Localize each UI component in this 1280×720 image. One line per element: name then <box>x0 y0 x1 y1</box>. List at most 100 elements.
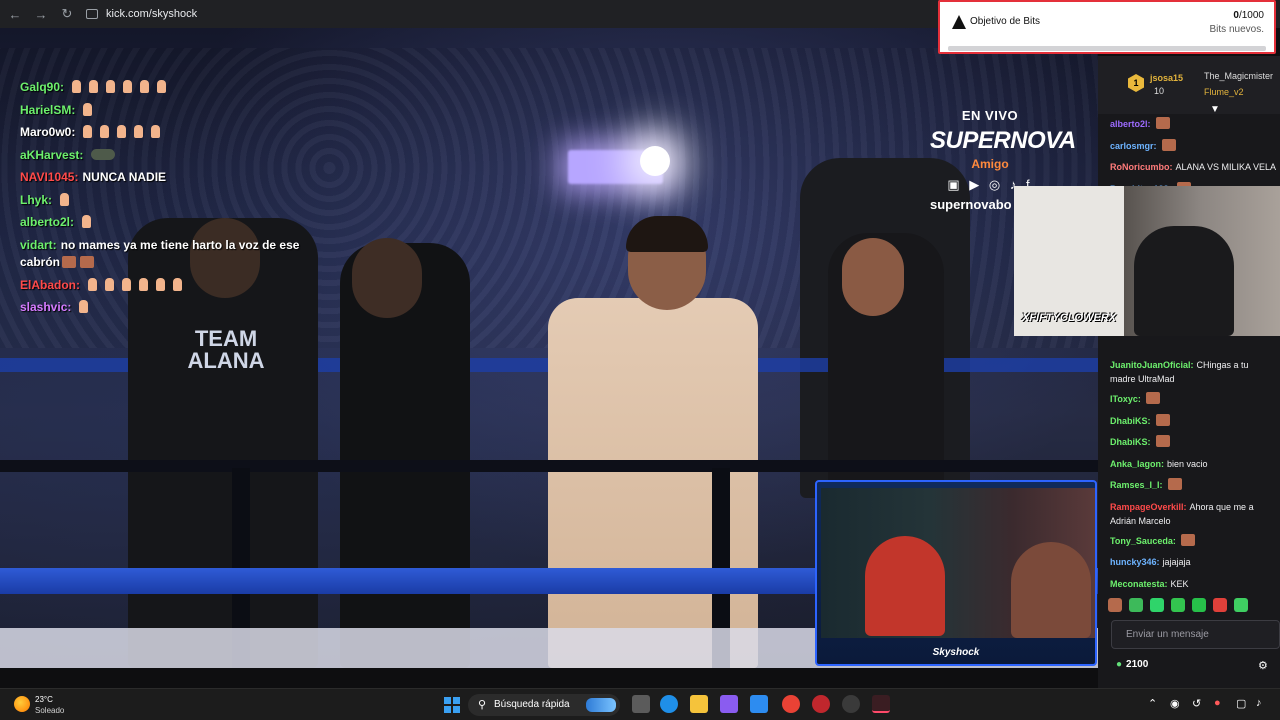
screen: ← → ↻ kick.com/skyshock TEAM ALANA EN VI… <box>0 0 1280 720</box>
chat-username[interactable]: JuanitoJuanOficial: <box>1110 360 1194 370</box>
weather-desc[interactable]: Soleado <box>35 706 64 715</box>
channel-points[interactable]: ● 2100 <box>1116 659 1148 670</box>
chat-username[interactable]: huncky346: <box>1110 557 1160 567</box>
sponsor-logo: Amigo <box>971 157 1009 171</box>
overlay-chat-line: Lhyk: <box>20 189 320 212</box>
chat-username[interactable]: DhabiKS: <box>1110 437 1151 447</box>
hand-emote-icon <box>122 277 131 291</box>
chat-messages-lower: JuanitoJuanOficial: CHingas a tu madre Ul… <box>1098 355 1280 595</box>
back-icon[interactable]: ← <box>4 3 26 25</box>
webcam-label: Skyshock <box>932 647 980 658</box>
ring-rope-middle <box>0 460 1098 472</box>
weather-icon[interactable] <box>14 696 30 712</box>
chat-username[interactable]: Ramses_I_I: <box>1110 480 1163 490</box>
overlay-chat-user: NAVI1045: <box>20 170 79 184</box>
hand-emote-icon <box>157 80 167 93</box>
chat-message: carlosmgr: <box>1098 136 1280 158</box>
chat-username[interactable]: Tony_Sauceda: <box>1110 536 1176 546</box>
bits-goal-widget: Objetivo de Bits 0/1000 Bits nuevos. <box>938 0 1276 54</box>
hand-emote-icon <box>139 277 148 291</box>
overlay-chat-user: Maro0w0: <box>20 125 76 139</box>
app-icon[interactable] <box>812 695 830 713</box>
person-head <box>352 238 422 318</box>
team-shirt-print: TEAM ALANA <box>187 326 265 373</box>
chat-panel: 1 jsosa15 10 The_Magicmister Flume_v2 ▼ … <box>1098 56 1280 688</box>
chat-message: Ramses_I_I: <box>1098 475 1280 497</box>
hand-emote-icon <box>173 277 182 291</box>
emote-icon[interactable] <box>1192 598 1206 612</box>
emote-icon[interactable] <box>1108 598 1122 612</box>
hand-emote-icon <box>72 80 82 93</box>
weather-temp[interactable]: 23°C <box>35 695 53 704</box>
emote-icon <box>1155 435 1170 447</box>
chevron-down-icon[interactable]: ▼ <box>1210 104 1220 115</box>
chat-message: alberto2l: <box>1098 114 1280 136</box>
chat-username[interactable]: RoNoricumbo: <box>1110 162 1173 172</box>
top-supporter-1[interactable]: jsosa15 <box>1150 73 1183 83</box>
chat-username[interactable]: Meconatesta: <box>1110 579 1168 589</box>
emote-icon[interactable] <box>1150 598 1164 612</box>
taskbar-search[interactable]: ⚲ Búsqueda rápida <box>468 694 620 716</box>
chat-username[interactable]: Anka_lagon: <box>1110 459 1164 469</box>
bits-goal-title: Objetivo de Bits <box>970 16 1041 27</box>
app-icon[interactable] <box>750 695 768 713</box>
hand-emote-icon <box>89 80 99 93</box>
bits-goal-count: 0/1000 <box>1233 10 1264 21</box>
emote-icon <box>1155 413 1170 426</box>
streamer-guy <box>1011 542 1091 638</box>
chrome-icon[interactable] <box>782 695 800 713</box>
car-emote-icon <box>91 148 116 160</box>
emote-icon[interactable] <box>1129 598 1143 612</box>
file-explorer-icon[interactable] <box>690 695 708 713</box>
mic-icon[interactable]: ● <box>1214 697 1221 709</box>
edge-icon[interactable] <box>660 695 678 713</box>
chat-message: DhabiKS: <box>1098 411 1280 433</box>
emote-icon[interactable] <box>1234 598 1248 612</box>
sync-icon[interactable]: ↺ <box>1192 697 1201 710</box>
app-icon[interactable] <box>842 695 860 713</box>
hand-emote-icon <box>117 125 127 138</box>
chat-text: ALANA VS MILIKA VELA <box>1175 162 1277 172</box>
chat-username[interactable]: alberto2l: <box>1110 119 1151 129</box>
reload-icon[interactable]: ↻ <box>56 3 78 25</box>
chat-text: KEK <box>1170 578 1189 589</box>
emote-icon <box>80 255 95 268</box>
chat-message-input[interactable]: Enviar un mensaje <box>1111 620 1280 649</box>
gaming-chair <box>1134 226 1234 336</box>
chat-username[interactable]: IToxyc: <box>1110 394 1141 404</box>
overlay-chat-user: slashvic: <box>20 300 72 314</box>
app-icon[interactable] <box>720 695 738 713</box>
chat-username[interactable]: DhabiKS: <box>1110 416 1151 426</box>
points-icon: ● <box>1116 659 1123 670</box>
emote-icon[interactable] <box>1213 598 1227 612</box>
site-info-icon[interactable] <box>86 9 98 19</box>
opera-icon[interactable] <box>872 695 890 713</box>
emote-icon <box>1167 478 1182 490</box>
start-button[interactable] <box>444 697 460 713</box>
emote-icon[interactable] <box>1171 598 1185 612</box>
overlay-chat-user: alberto2l: <box>20 215 75 229</box>
chevron-up-icon[interactable]: ⌃ <box>1148 697 1157 710</box>
chat-message: huncky346: jajajaja <box>1098 552 1280 574</box>
url-text[interactable]: kick.com/skyshock <box>106 8 197 20</box>
task-view-icon[interactable] <box>632 695 650 713</box>
hand-emote-icon <box>105 277 114 291</box>
top-supporter-3[interactable]: Flume_v2 <box>1204 87 1244 97</box>
chat-username[interactable]: RampageOverkill: <box>1110 502 1187 512</box>
chat-message: IToxyc: <box>1098 389 1280 411</box>
overlay-chat-line: Galq90: <box>20 76 320 99</box>
hand-emote-icon <box>106 80 116 93</box>
top-supporter-2[interactable]: The_Magicmister <box>1204 71 1273 81</box>
chat-username[interactable]: carlosmgr: <box>1110 141 1157 151</box>
overlay-chat-user: ElAbadon: <box>20 277 80 292</box>
stage-light <box>640 146 670 176</box>
address-bar[interactable]: kick.com/skyshock <box>86 3 197 25</box>
hand-emote-icon <box>79 300 89 313</box>
forward-icon[interactable]: → <box>30 3 52 25</box>
overlay-chat-user: vidart: <box>20 237 57 252</box>
gear-icon[interactable]: ⚙ <box>1258 659 1268 672</box>
display-icon[interactable]: ▢ <box>1236 697 1246 710</box>
volume-icon[interactable]: ♪ <box>1256 697 1262 709</box>
bits-progress-bar <box>948 46 1266 51</box>
network-icon[interactable]: ◉ <box>1170 697 1180 710</box>
